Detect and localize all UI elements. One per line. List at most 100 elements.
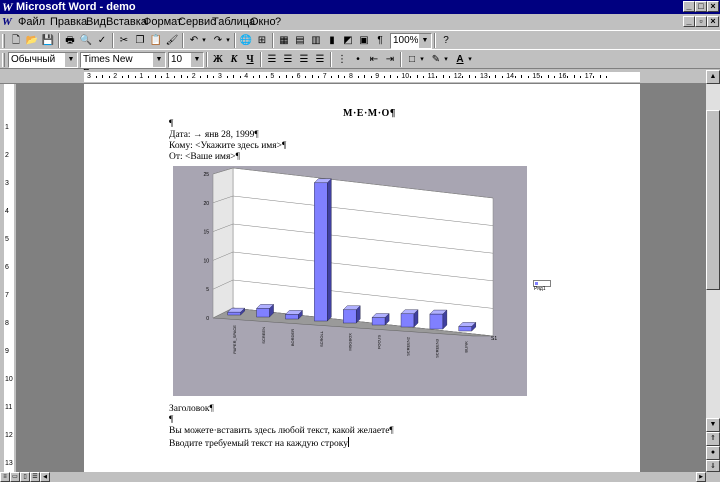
tables-borders-icon[interactable]: ▦	[276, 33, 292, 48]
chart-x-tick-label: SCREEN	[261, 327, 266, 344]
doc-minimize-button[interactable]: _	[683, 16, 695, 27]
scroll-down-icon[interactable]: ▼	[706, 418, 720, 432]
ruler-tick	[331, 76, 333, 78]
menu-file[interactable]: Файл	[18, 16, 45, 28]
italic-button[interactable]: К	[226, 52, 242, 67]
style-dropdown-icon[interactable]: ▼	[64, 53, 77, 67]
next-page-icon[interactable]: ⇓	[706, 460, 720, 472]
zoom-dropdown-icon[interactable]: ▼	[418, 34, 431, 48]
font-color-dropdown-icon[interactable]: ▾	[466, 52, 474, 67]
justify-icon[interactable]: ☰	[312, 52, 328, 67]
font-combo[interactable]: Times New Roman ▼	[80, 52, 166, 79]
format-painter-icon[interactable]: 🖌	[164, 33, 180, 48]
empty-paragraph-2[interactable]: ¶	[169, 415, 173, 426]
web-layout-icon[interactable]: ▭	[10, 472, 20, 482]
show-hide-pilcrow-icon[interactable]: ¶	[372, 33, 388, 48]
select-browse-object-icon[interactable]: ●	[706, 446, 720, 460]
font-size-dropdown-icon[interactable]: ▼	[190, 53, 203, 67]
to-line[interactable]: Кому: <Укажите здесь имя>¶	[169, 141, 286, 152]
borders-dropdown-icon[interactable]: ▾	[418, 52, 426, 67]
numbering-icon[interactable]: ⋮	[334, 52, 350, 67]
web-toolbar-icon[interactable]: ⊞	[254, 33, 270, 48]
body-line-2[interactable]: Вводите требуемый текст на каждую строку	[169, 437, 349, 450]
menu-format[interactable]: Формат	[143, 16, 182, 28]
vertical-ruler[interactable]: 1 2 3 4 5 6 7 8 9 10 11 12 13	[0, 84, 16, 472]
maximize-button[interactable]: □	[695, 1, 707, 12]
word-app-icon[interactable]: W	[2, 1, 14, 13]
bold-button[interactable]: Ж	[210, 52, 226, 67]
menu-edit[interactable]: Правка	[50, 16, 87, 28]
underline-button[interactable]: Ч	[242, 52, 258, 67]
font-size-combo[interactable]: 10 ▼	[168, 52, 204, 68]
save-disk-icon[interactable]: 💾	[40, 33, 56, 48]
hyperlink-icon[interactable]: 🌐	[238, 33, 254, 48]
columns-icon[interactable]: ▮	[324, 33, 340, 48]
prev-page-icon[interactable]: ⇑	[706, 432, 720, 446]
ruler-number: 1	[165, 73, 170, 80]
bullets-icon[interactable]: •	[350, 52, 366, 67]
doc-restore-button[interactable]: ▫	[695, 16, 707, 27]
date-line[interactable]: Дата: → янв 28, 1999¶	[169, 130, 259, 141]
print-icon[interactable]: 🖶	[62, 33, 78, 48]
align-left-icon[interactable]: ☰	[264, 52, 280, 67]
separator	[330, 52, 332, 67]
body-line-1[interactable]: Вы можете·вставить здесь любой текст, ка…	[169, 426, 394, 437]
vertical-scrollbar[interactable]: ▲ ▼ ⇑ ● ⇓	[706, 70, 720, 472]
ruler-number: 5	[270, 73, 275, 80]
redo-dropdown-icon[interactable]: ▾	[224, 33, 232, 48]
help-icon[interactable]: ?	[438, 33, 454, 48]
insert-table-icon[interactable]: ▤	[292, 33, 308, 48]
toolbar-grip[interactable]	[2, 53, 5, 67]
print-preview-icon[interactable]: 🔍	[78, 33, 94, 48]
chart-y-tick-label: 0	[206, 316, 209, 322]
style-combo[interactable]: Обычный ▼	[8, 52, 78, 68]
align-center-icon[interactable]: ☰	[280, 52, 296, 67]
doc-close-button[interactable]: ×	[707, 16, 719, 27]
open-folder-icon[interactable]: 📂	[24, 33, 40, 48]
ruler-tick	[606, 76, 608, 78]
normal-view-icon[interactable]: ≡	[0, 472, 10, 482]
close-button[interactable]: ×	[707, 1, 719, 12]
menu-table[interactable]: Таблица	[212, 16, 255, 28]
menu-help[interactable]: ?	[275, 16, 281, 28]
minimize-button[interactable]: _	[683, 1, 695, 12]
menu-view[interactable]: Вид	[86, 16, 106, 28]
heading-line[interactable]: Заголовок¶	[169, 404, 214, 415]
separator	[58, 33, 60, 48]
zoom-combo[interactable]: 100% ▼	[390, 33, 432, 49]
paste-icon[interactable]: 📋	[148, 33, 164, 48]
insert-excel-icon[interactable]: ▥	[308, 33, 324, 48]
cut-icon[interactable]: ✂	[116, 33, 132, 48]
chart-y-tick-label: 15	[203, 230, 209, 236]
horizontal-scrollbar[interactable]: ≡ ▭ ▯ ☰ ◀ ▶	[0, 472, 720, 482]
ruler-number: 1	[5, 124, 9, 131]
menu-window[interactable]: Окно	[250, 16, 276, 28]
scroll-up-icon[interactable]: ▲	[706, 70, 720, 84]
document-icon[interactable]: W	[2, 16, 14, 28]
scroll-left-icon[interactable]: ◀	[40, 472, 50, 482]
align-right-icon[interactable]: ☰	[296, 52, 312, 67]
memo-title[interactable]: М·Е·М·О¶	[343, 108, 396, 119]
font-dropdown-icon[interactable]: ▼	[152, 53, 165, 67]
undo-dropdown-icon[interactable]: ▾	[200, 33, 208, 48]
increase-indent-icon[interactable]: ⇥	[382, 52, 398, 67]
ruler-number: 13	[480, 73, 488, 80]
new-document-icon[interactable]: 🗋	[8, 33, 24, 48]
drawing-icon[interactable]: ◩	[340, 33, 356, 48]
copy-icon[interactable]: ❐	[132, 33, 148, 48]
menu-insert[interactable]: Вставка	[106, 16, 147, 28]
spelling-icon[interactable]: ✓	[94, 33, 110, 48]
document-map-icon[interactable]: ▣	[356, 33, 372, 48]
empty-paragraph[interactable]: ¶	[169, 119, 173, 130]
from-line[interactable]: От: <Ваше имя>¶	[169, 152, 240, 163]
embedded-chart[interactable]: 0 5 10 15 20 25 PAPER_SPACE SCREEN BORDER SCROLL M…	[173, 166, 527, 396]
horizontal-ruler[interactable]: 3 2 1 1 2 3 4 5 6 7 8 9 10 11 12 13 14 15 16 17	[0, 70, 720, 84]
page-layout-icon[interactable]: ▯	[20, 472, 30, 482]
decrease-indent-icon[interactable]: ⇤	[366, 52, 382, 67]
scroll-right-icon[interactable]: ▶	[696, 472, 706, 482]
highlight-dropdown-icon[interactable]: ▾	[442, 52, 450, 67]
toolbar-grip[interactable]	[2, 34, 5, 48]
menu-tools[interactable]: Сервис	[178, 16, 216, 28]
outline-view-icon[interactable]: ☰	[30, 472, 40, 482]
scroll-thumb[interactable]	[706, 110, 720, 290]
